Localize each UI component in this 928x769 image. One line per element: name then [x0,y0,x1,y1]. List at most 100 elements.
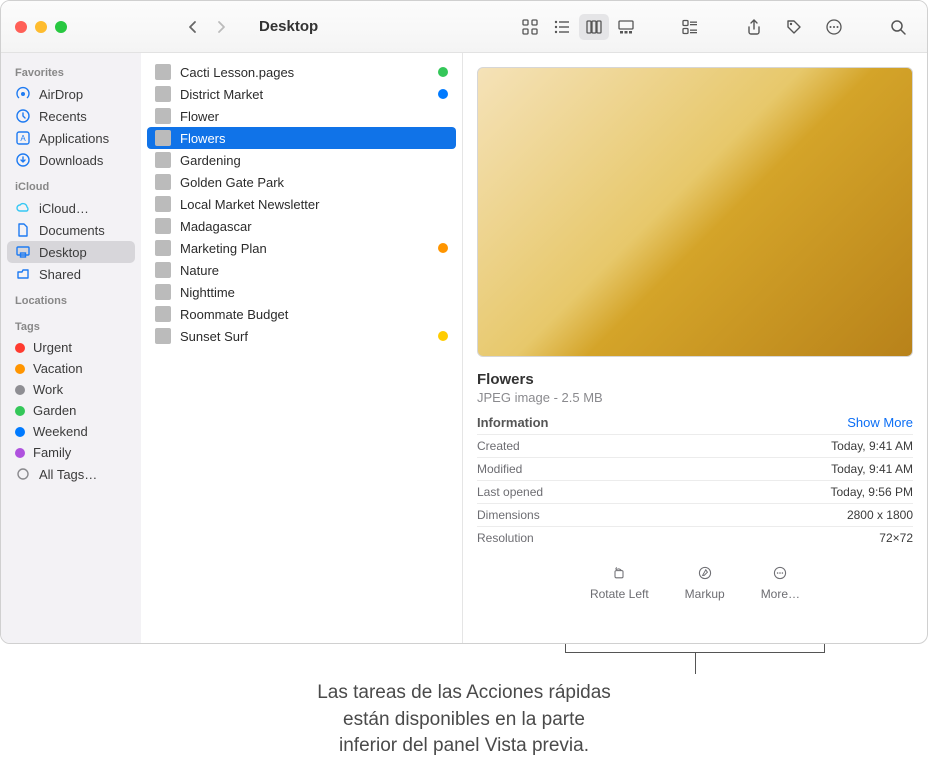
tag-dot-icon [438,67,448,77]
info-table: Created Today, 9:41 AM ModifiedToday, 9:41… [477,434,913,549]
info-key: Modified [477,462,522,476]
file-item[interactable]: District Market [147,83,456,105]
sidebar-item-recents[interactable]: Recents [7,105,135,127]
sidebar-item-label: Documents [39,223,105,238]
sidebar-tag-work[interactable]: Work [7,379,135,400]
tag-dot-icon [15,448,25,458]
file-item[interactable]: Flowers [147,127,456,149]
file-icon [155,130,171,146]
close-window[interactable] [15,21,27,33]
info-row: ModifiedToday, 9:41 AM [477,457,913,480]
info-value: Today, 9:41 AM [831,439,913,453]
group-button[interactable] [675,14,705,40]
file-name: Local Market Newsletter [180,197,319,212]
sidebar-item-downloads[interactable]: Downloads [7,149,135,171]
minimize-window[interactable] [35,21,47,33]
file-name: District Market [180,87,263,102]
info-key: Created [477,439,520,453]
sidebar-tag-garden[interactable]: Garden [7,400,135,421]
search-button[interactable] [883,14,913,40]
sidebar-item-shared[interactable]: Shared [7,263,135,285]
sidebar-item-icloud-drive[interactable]: iCloud… [7,197,135,219]
sidebar-tag-all[interactable]: All Tags… [7,463,135,485]
sidebar-tag-vacation[interactable]: Vacation [7,358,135,379]
back-button[interactable] [179,15,207,39]
file-item[interactable]: Madagascar [147,215,456,237]
info-key: Resolution [477,531,534,545]
sidebar-item-label: Downloads [39,153,103,168]
file-icon [155,152,171,168]
preview-title: Flowers [477,371,913,388]
quick-action-markup[interactable]: Markup [685,563,725,601]
column-view-button[interactable] [579,14,609,40]
sidebar-heading-tags: Tags [7,317,135,337]
file-icon [155,196,171,212]
file-item[interactable]: Roommate Budget [147,303,456,325]
tags-button[interactable] [779,14,809,40]
window-controls [15,21,67,33]
action-button[interactable] [819,14,849,40]
sidebar-item-label: Recents [39,109,87,124]
sidebar-item-label: iCloud… [39,201,89,216]
file-name: Nighttime [180,285,235,300]
sidebar-item-label: Weekend [33,424,88,439]
file-name: Golden Gate Park [180,175,284,190]
info-value: 72×72 [879,531,913,545]
sidebar-tag-weekend[interactable]: Weekend [7,421,135,442]
sidebar-item-applications[interactable]: AApplications [7,127,135,149]
gallery-view-button[interactable] [611,14,641,40]
file-name: Marketing Plan [180,241,267,256]
file-icon [155,262,171,278]
file-item[interactable]: Sunset Surf [147,325,456,347]
zoom-window[interactable] [55,21,67,33]
file-item[interactable]: Gardening [147,149,456,171]
sidebar-item-documents[interactable]: Documents [7,219,135,241]
sidebar-tag-family[interactable]: Family [7,442,135,463]
clock-icon [15,108,31,124]
file-item[interactable]: Nature [147,259,456,281]
file-list[interactable]: Cacti Lesson.pages District Market Flower F… [141,53,463,643]
all-tags-icon [15,466,31,482]
file-item[interactable]: Nighttime [147,281,456,303]
file-icon [155,218,171,234]
shared-icon [15,266,31,282]
file-item[interactable]: Flower [147,105,456,127]
show-more-link[interactable]: Show More [847,415,913,430]
info-row: Dimensions2800 x 1800 [477,503,913,526]
file-item[interactable]: Cacti Lesson.pages [147,61,456,83]
info-row: Created Today, 9:41 AM [477,434,913,457]
airdrop-icon [15,86,31,102]
sidebar-tag-urgent[interactable]: Urgent [7,337,135,358]
quick-action-more[interactable]: More… [761,563,800,601]
icon-view-button[interactable] [515,14,545,40]
share-button[interactable] [739,14,769,40]
file-icon [155,306,171,322]
forward-button[interactable] [207,15,235,39]
quick-action-rotate-left[interactable]: Rotate Left [590,563,649,601]
more-icon [770,563,790,583]
sidebar-item-airdrop[interactable]: AirDrop [7,83,135,105]
sidebar-heading-locations: Locations [7,291,135,311]
file-item[interactable]: Golden Gate Park [147,171,456,193]
preview-subtitle: JPEG image - 2.5 MB [477,390,913,405]
preview-thumbnail[interactable] [477,67,913,357]
preview-panel: Flowers JPEG image - 2.5 MB Information … [463,53,927,643]
nav-buttons [179,15,235,39]
list-view-button[interactable] [547,14,577,40]
file-icon [155,86,171,102]
tag-dot-icon [438,243,448,253]
file-icon [155,64,171,80]
sidebar-item-label: Desktop [39,245,87,260]
file-icon [155,174,171,190]
window-title: Desktop [259,18,318,35]
file-name: Gardening [180,153,241,168]
file-item[interactable]: Marketing Plan [147,237,456,259]
file-name: Flowers [180,131,226,146]
tag-dot-icon [438,331,448,341]
sidebar-item-desktop[interactable]: Desktop [7,241,135,263]
finder-window: Desktop Favorites AirDrop Recents AAppli… [0,0,928,644]
file-name: Cacti Lesson.pages [180,65,294,80]
markup-icon [695,563,715,583]
info-key: Last opened [477,485,543,499]
file-item[interactable]: Local Market Newsletter [147,193,456,215]
